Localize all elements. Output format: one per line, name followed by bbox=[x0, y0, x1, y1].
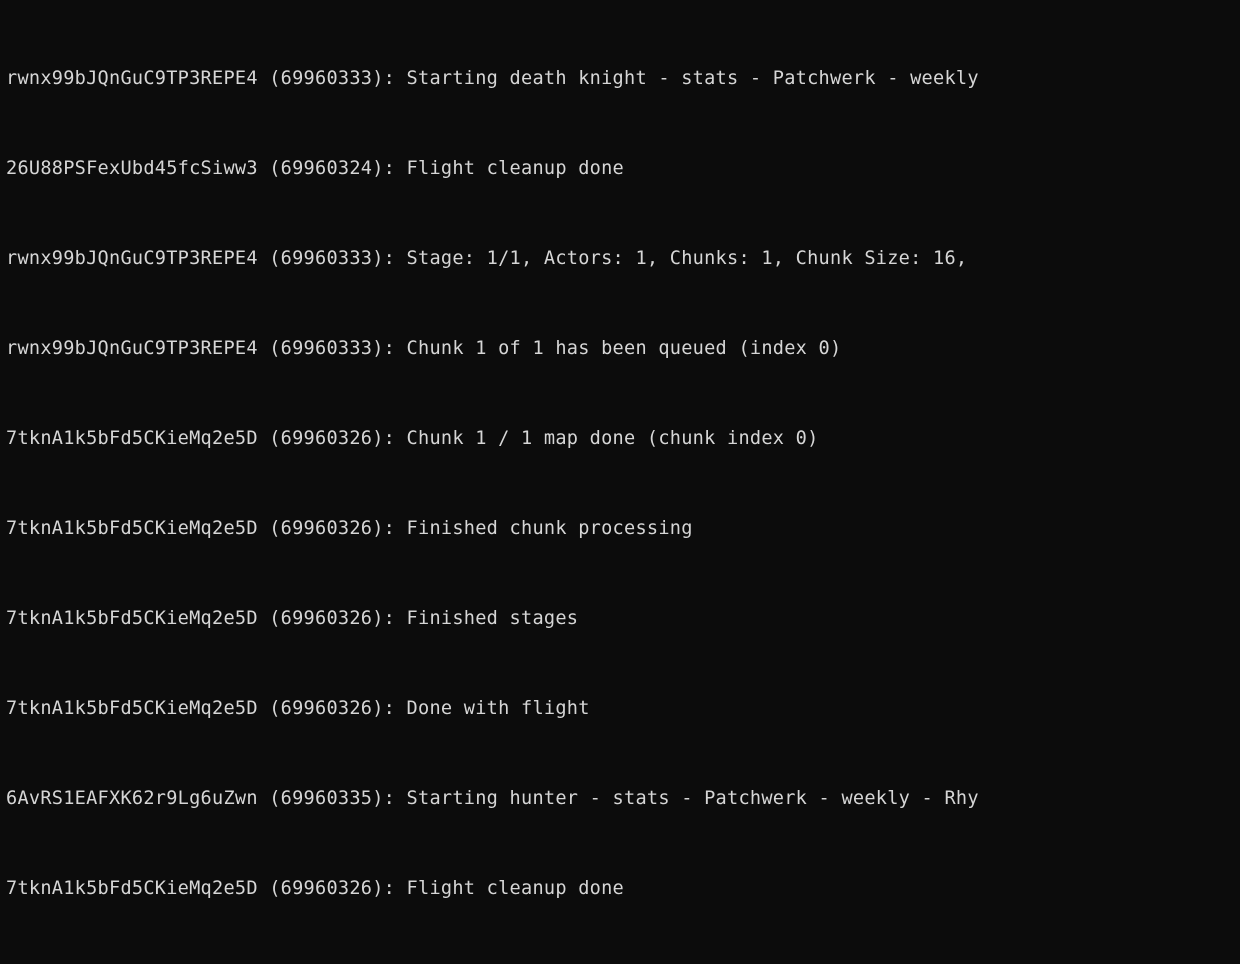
log-line: 6AvRS1EAFXK62r9Lg6uZwn (69960335): Start… bbox=[6, 784, 1234, 814]
log-line: 7tknA1k5bFd5CKieMq2e5D (69960326): Fligh… bbox=[6, 874, 1234, 904]
terminal-output[interactable]: rwnx99bJQnGuC9TP3REPE4 (69960333): Start… bbox=[0, 0, 1240, 964]
log-line: 7tknA1k5bFd5CKieMq2e5D (69960326): Done … bbox=[6, 694, 1234, 724]
log-line: rwnx99bJQnGuC9TP3REPE4 (69960333): Start… bbox=[6, 64, 1234, 94]
log-line: 7tknA1k5bFd5CKieMq2e5D (69960326): Finis… bbox=[6, 514, 1234, 544]
log-line: rwnx99bJQnGuC9TP3REPE4 (69960333): Chunk… bbox=[6, 334, 1234, 364]
log-line: rwnx99bJQnGuC9TP3REPE4 (69960333): Stage… bbox=[6, 244, 1234, 274]
log-line: 7tknA1k5bFd5CKieMq2e5D (69960326): Chunk… bbox=[6, 424, 1234, 454]
log-line: 7tknA1k5bFd5CKieMq2e5D (69960326): Finis… bbox=[6, 604, 1234, 634]
log-line: 26U88PSFexUbd45fcSiww3 (69960324): Fligh… bbox=[6, 154, 1234, 184]
